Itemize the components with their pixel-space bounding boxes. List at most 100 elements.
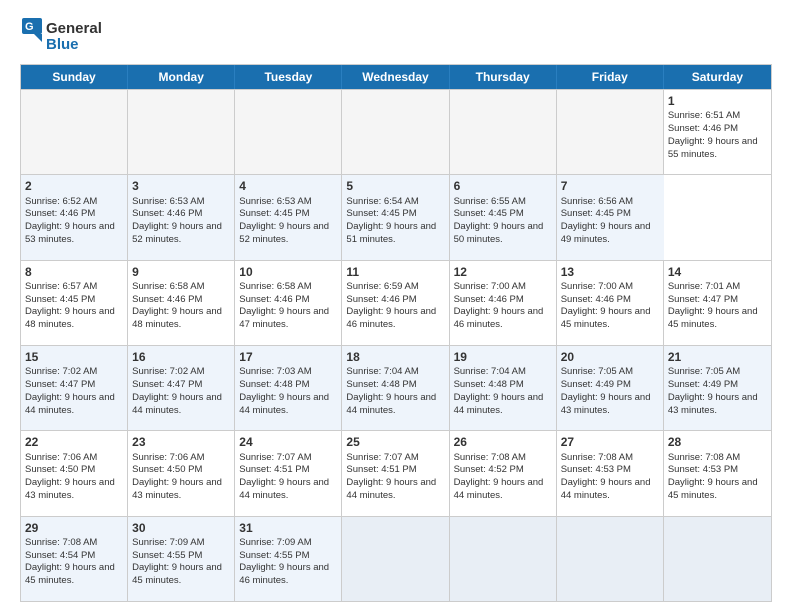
calendar-day-29: 29Sunrise: 7:08 AMSunset: 4:54 PMDayligh… bbox=[21, 517, 128, 601]
sunset-text: Sunset: 4:47 PM bbox=[25, 379, 123, 392]
day-number: 28 bbox=[668, 434, 767, 450]
sunrise-text: Sunrise: 6:59 AM bbox=[346, 281, 444, 294]
day-number: 16 bbox=[132, 349, 230, 365]
calendar-day-26: 26Sunrise: 7:08 AMSunset: 4:52 PMDayligh… bbox=[450, 431, 557, 515]
day-number: 29 bbox=[25, 520, 123, 536]
logo-svg: General Blue G bbox=[20, 16, 110, 56]
daylight-text: Daylight: 9 hours and 49 minutes. bbox=[561, 221, 660, 247]
daylight-text: Daylight: 9 hours and 45 minutes. bbox=[668, 477, 767, 503]
calendar-day-31: 31Sunrise: 7:09 AMSunset: 4:55 PMDayligh… bbox=[235, 517, 342, 601]
daylight-text: Daylight: 9 hours and 51 minutes. bbox=[346, 221, 444, 247]
day-number: 21 bbox=[668, 349, 767, 365]
day-number: 8 bbox=[25, 264, 123, 280]
sunset-text: Sunset: 4:48 PM bbox=[454, 379, 552, 392]
sunset-text: Sunset: 4:54 PM bbox=[25, 550, 123, 563]
sunset-text: Sunset: 4:53 PM bbox=[561, 464, 659, 477]
sunset-text: Sunset: 4:47 PM bbox=[132, 379, 230, 392]
daylight-text: Daylight: 9 hours and 44 minutes. bbox=[239, 477, 337, 503]
sunset-text: Sunset: 4:52 PM bbox=[454, 464, 552, 477]
calendar-body: 1Sunrise: 6:51 AMSunset: 4:46 PMDaylight… bbox=[21, 89, 771, 601]
sunrise-text: Sunrise: 6:58 AM bbox=[239, 281, 337, 294]
sunrise-text: Sunrise: 7:02 AM bbox=[25, 366, 123, 379]
sunset-text: Sunset: 4:48 PM bbox=[239, 379, 337, 392]
sunset-text: Sunset: 4:49 PM bbox=[668, 379, 767, 392]
calendar-day-empty bbox=[450, 90, 557, 174]
svg-text:Blue: Blue bbox=[46, 36, 79, 53]
sunrise-text: Sunrise: 7:08 AM bbox=[561, 452, 659, 465]
daylight-text: Daylight: 9 hours and 48 minutes. bbox=[132, 306, 230, 332]
daylight-text: Daylight: 9 hours and 43 minutes. bbox=[25, 477, 123, 503]
calendar-day-empty bbox=[557, 90, 664, 174]
daylight-text: Daylight: 9 hours and 43 minutes. bbox=[668, 392, 767, 418]
calendar-day-28: 28Sunrise: 7:08 AMSunset: 4:53 PMDayligh… bbox=[664, 431, 771, 515]
sunset-text: Sunset: 4:55 PM bbox=[239, 550, 337, 563]
calendar-day-30: 30Sunrise: 7:09 AMSunset: 4:55 PMDayligh… bbox=[128, 517, 235, 601]
daylight-text: Daylight: 9 hours and 46 minutes. bbox=[239, 562, 337, 588]
calendar-day-24: 24Sunrise: 7:07 AMSunset: 4:51 PMDayligh… bbox=[235, 431, 342, 515]
calendar-day-3: 3Sunrise: 6:53 AMSunset: 4:46 PMDaylight… bbox=[128, 175, 235, 259]
sunrise-text: Sunrise: 7:00 AM bbox=[561, 281, 659, 294]
calendar-day-22: 22Sunrise: 7:06 AMSunset: 4:50 PMDayligh… bbox=[21, 431, 128, 515]
day-number: 18 bbox=[346, 349, 444, 365]
calendar-week-2: 2Sunrise: 6:52 AMSunset: 4:46 PMDaylight… bbox=[21, 174, 771, 259]
daylight-text: Daylight: 9 hours and 43 minutes. bbox=[561, 392, 659, 418]
sunset-text: Sunset: 4:45 PM bbox=[561, 208, 660, 221]
daylight-text: Daylight: 9 hours and 52 minutes. bbox=[239, 221, 337, 247]
day-number: 26 bbox=[454, 434, 552, 450]
calendar-day-27: 27Sunrise: 7:08 AMSunset: 4:53 PMDayligh… bbox=[557, 431, 664, 515]
weekday-header-monday: Monday bbox=[128, 65, 235, 89]
daylight-text: Daylight: 9 hours and 50 minutes. bbox=[454, 221, 552, 247]
day-number: 3 bbox=[132, 178, 230, 194]
calendar-day-empty bbox=[235, 90, 342, 174]
calendar-page: General Blue G SundayMondayTuesdayWednes… bbox=[0, 0, 792, 612]
sunrise-text: Sunrise: 7:00 AM bbox=[454, 281, 552, 294]
sunset-text: Sunset: 4:55 PM bbox=[132, 550, 230, 563]
sunrise-text: Sunrise: 7:07 AM bbox=[239, 452, 337, 465]
sunset-text: Sunset: 4:46 PM bbox=[668, 123, 767, 136]
day-number: 1 bbox=[668, 93, 767, 109]
calendar-day-19: 19Sunrise: 7:04 AMSunset: 4:48 PMDayligh… bbox=[450, 346, 557, 430]
calendar-day-13: 13Sunrise: 7:00 AMSunset: 4:46 PMDayligh… bbox=[557, 261, 664, 345]
daylight-text: Daylight: 9 hours and 52 minutes. bbox=[132, 221, 230, 247]
calendar-day-11: 11Sunrise: 6:59 AMSunset: 4:46 PMDayligh… bbox=[342, 261, 449, 345]
day-number: 12 bbox=[454, 264, 552, 280]
day-number: 30 bbox=[132, 520, 230, 536]
sunrise-text: Sunrise: 6:56 AM bbox=[561, 196, 660, 209]
sunrise-text: Sunrise: 7:09 AM bbox=[132, 537, 230, 550]
sunrise-text: Sunrise: 7:05 AM bbox=[561, 366, 659, 379]
sunset-text: Sunset: 4:50 PM bbox=[132, 464, 230, 477]
day-number: 20 bbox=[561, 349, 659, 365]
sunrise-text: Sunrise: 6:55 AM bbox=[454, 196, 552, 209]
calendar-week-6: 29Sunrise: 7:08 AMSunset: 4:54 PMDayligh… bbox=[21, 516, 771, 601]
daylight-text: Daylight: 9 hours and 44 minutes. bbox=[132, 392, 230, 418]
calendar-day-empty bbox=[342, 517, 449, 601]
sunrise-text: Sunrise: 6:53 AM bbox=[239, 196, 337, 209]
calendar-header-row: SundayMondayTuesdayWednesdayThursdayFrid… bbox=[21, 65, 771, 89]
daylight-text: Daylight: 9 hours and 45 minutes. bbox=[25, 562, 123, 588]
weekday-header-friday: Friday bbox=[557, 65, 664, 89]
calendar-day-7: 7Sunrise: 6:56 AMSunset: 4:45 PMDaylight… bbox=[557, 175, 664, 259]
sunset-text: Sunset: 4:46 PM bbox=[132, 294, 230, 307]
day-number: 6 bbox=[454, 178, 552, 194]
calendar-day-20: 20Sunrise: 7:05 AMSunset: 4:49 PMDayligh… bbox=[557, 346, 664, 430]
sunrise-text: Sunrise: 6:57 AM bbox=[25, 281, 123, 294]
day-number: 9 bbox=[132, 264, 230, 280]
sunrise-text: Sunrise: 7:08 AM bbox=[25, 537, 123, 550]
calendar-day-16: 16Sunrise: 7:02 AMSunset: 4:47 PMDayligh… bbox=[128, 346, 235, 430]
calendar-day-empty bbox=[21, 90, 128, 174]
calendar-week-1: 1Sunrise: 6:51 AMSunset: 4:46 PMDaylight… bbox=[21, 89, 771, 174]
daylight-text: Daylight: 9 hours and 48 minutes. bbox=[25, 306, 123, 332]
weekday-header-tuesday: Tuesday bbox=[235, 65, 342, 89]
daylight-text: Daylight: 9 hours and 46 minutes. bbox=[346, 306, 444, 332]
header: General Blue G bbox=[20, 16, 772, 56]
calendar: SundayMondayTuesdayWednesdayThursdayFrid… bbox=[20, 64, 772, 602]
daylight-text: Daylight: 9 hours and 53 minutes. bbox=[25, 221, 123, 247]
sunset-text: Sunset: 4:47 PM bbox=[668, 294, 767, 307]
calendar-day-1: 1Sunrise: 6:51 AMSunset: 4:46 PMDaylight… bbox=[664, 90, 771, 174]
daylight-text: Daylight: 9 hours and 44 minutes. bbox=[239, 392, 337, 418]
calendar-day-12: 12Sunrise: 7:00 AMSunset: 4:46 PMDayligh… bbox=[450, 261, 557, 345]
sunset-text: Sunset: 4:46 PM bbox=[25, 208, 123, 221]
sunrise-text: Sunrise: 7:01 AM bbox=[668, 281, 767, 294]
sunset-text: Sunset: 4:45 PM bbox=[454, 208, 552, 221]
calendar-day-15: 15Sunrise: 7:02 AMSunset: 4:47 PMDayligh… bbox=[21, 346, 128, 430]
